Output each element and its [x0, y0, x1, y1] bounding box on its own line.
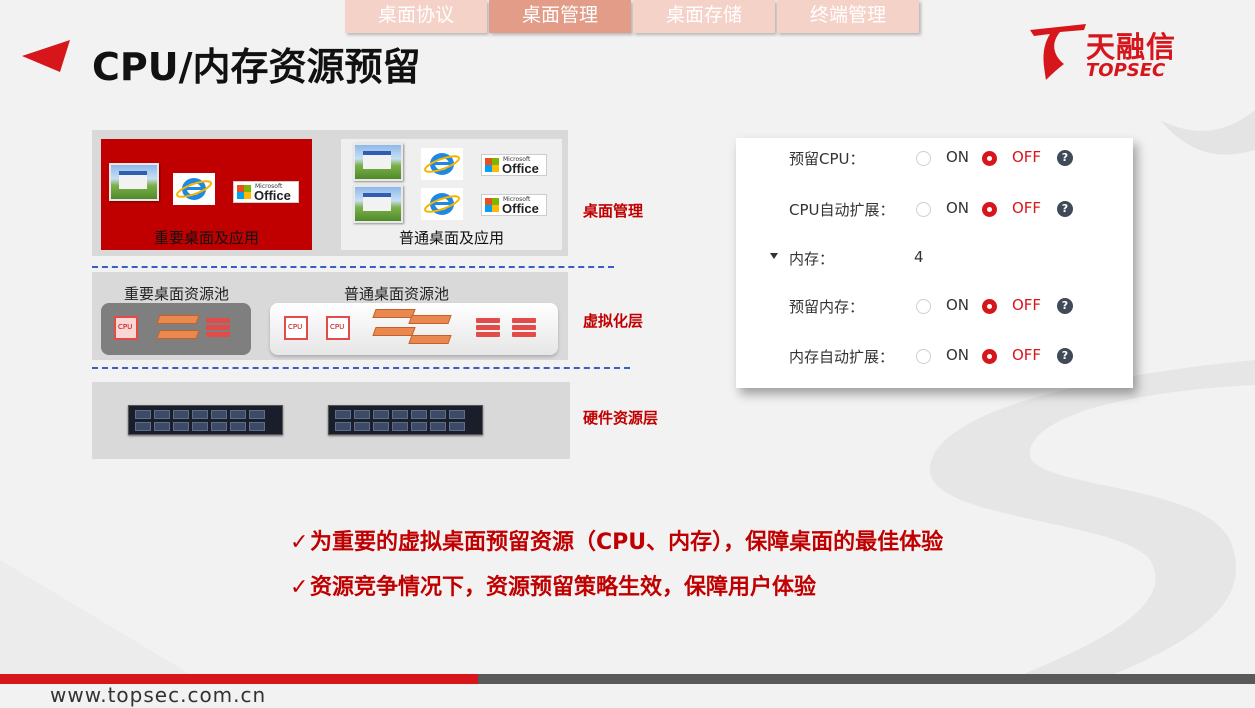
help-icon[interactable]: ? [1057, 150, 1073, 166]
setting-row-reserve-memory: 预留内存： ON OFF ? [736, 296, 1133, 316]
setting-row-cpu-autoexpand: CPU自动扩展： ON OFF ? [736, 199, 1133, 219]
storage-icon [512, 318, 536, 340]
radio-on[interactable] [916, 349, 931, 364]
office-icon: Microsoft Office [233, 181, 299, 203]
setting-label: 预留CPU： [789, 150, 865, 168]
page-title: CPU/内存资源预留 [92, 45, 421, 89]
setting-label: 内存： [789, 250, 835, 268]
cpu-icon-text: CPU [330, 323, 345, 331]
title-arrow-icon [22, 40, 70, 72]
option-on-label: ON [946, 148, 970, 166]
virtualization-layer-panel: 重要桌面资源池 普通桌面资源池 CPU CPU CPU [92, 272, 568, 360]
tab-desktop-storage[interactable]: 桌面存储 [633, 0, 775, 33]
memory-icon [372, 327, 416, 336]
option-on-label: ON [946, 346, 970, 364]
important-desktop-group: Microsoft Office 重要桌面及应用 [101, 139, 312, 250]
option-off-label: OFF [1012, 346, 1042, 364]
memory-icon [408, 315, 452, 324]
tab-desktop-management[interactable]: 桌面管理 [489, 0, 631, 33]
storage-icon [206, 318, 230, 340]
storage-icon [476, 318, 500, 340]
check-icon: ✓ [290, 530, 309, 555]
collapse-caret-icon[interactable] [770, 253, 778, 259]
vm-screen-icon [353, 185, 403, 223]
radio-off[interactable] [982, 299, 997, 314]
ie-icon [173, 173, 215, 205]
topsec-logo: 天融信 TOPSEC [1026, 20, 1206, 82]
resource-reservation-settings: 预留CPU： ON OFF ? CPU自动扩展： ON OFF ? 内存： 4 … [736, 138, 1133, 388]
desktop-layer-panel: Microsoft Office 重要桌面及应用 Microsoft Office … [92, 130, 568, 256]
option-off-label: OFF [1012, 296, 1042, 314]
help-icon[interactable]: ? [1057, 348, 1073, 364]
setting-label: 内存自动扩展： [789, 348, 895, 366]
bullet-point: ✓为重要的虚拟桌面预留资源（CPU、内存），保障桌面的最佳体验 [290, 524, 943, 556]
option-off-label: OFF [1012, 148, 1042, 166]
help-icon[interactable]: ? [1057, 201, 1073, 217]
logo-mark-icon [1030, 24, 1086, 80]
tab-desktop-protocol[interactable]: 桌面协议 [345, 0, 487, 33]
layer-label-desktop: 桌面管理 [583, 202, 644, 220]
memory-value: 4 [914, 248, 924, 266]
footer-url: www.topsec.com.cn [50, 683, 267, 707]
setting-row-memory-autoexpand: 内存自动扩展： ON OFF ? [736, 346, 1133, 366]
cpu-icon-text: CPU [288, 323, 303, 331]
layer-divider [92, 367, 630, 369]
layer-label-virtualization: 虚拟化层 [583, 312, 644, 330]
logo-en: TOPSEC [1086, 60, 1166, 81]
normal-desktop-group: Microsoft Office Microsoft Office 普通桌面及应用 [341, 139, 562, 250]
radio-off[interactable] [982, 349, 997, 364]
layer-divider [92, 266, 614, 268]
server-icon [128, 405, 283, 435]
normal-resource-pool: CPU CPU [270, 303, 558, 355]
vm-screen-icon [109, 163, 159, 201]
radio-on[interactable] [916, 202, 931, 217]
option-off-label: OFF [1012, 199, 1042, 217]
cpu-icon: CPU [114, 316, 138, 340]
memory-icon [156, 330, 200, 339]
ie-icon [421, 188, 463, 220]
ie-icon [421, 148, 463, 180]
setting-label: CPU自动扩展： [789, 201, 895, 219]
cpu-icon-text: CPU [118, 323, 133, 331]
setting-row-memory: 内存： 4 [736, 248, 1133, 268]
important-resource-pool: CPU [101, 303, 251, 355]
important-pool-label: 重要桌面资源池 [124, 285, 230, 303]
check-icon: ✓ [290, 575, 309, 600]
setting-label: 预留内存： [789, 298, 865, 316]
tab-terminal-management[interactable]: 终端管理 [777, 0, 919, 33]
cpu-icon: CPU [284, 316, 308, 340]
memory-icon [408, 335, 452, 344]
radio-off[interactable] [982, 202, 997, 217]
memory-icon [156, 315, 200, 324]
help-icon[interactable]: ? [1057, 298, 1073, 314]
option-on-label: ON [946, 296, 970, 314]
office-icon: Microsoft Office [481, 194, 547, 216]
cpu-icon: CPU [326, 316, 350, 340]
layer-label-hardware: 硬件资源层 [583, 409, 659, 427]
footer-bar [478, 674, 1255, 684]
radio-off[interactable] [982, 151, 997, 166]
bullet-point: ✓资源竞争情况下，资源预留策略生效，保障用户体验 [290, 569, 816, 601]
normal-pool-label: 普通桌面资源池 [344, 285, 450, 303]
normal-desktop-label: 普通桌面及应用 [398, 229, 504, 247]
hardware-layer-panel [92, 382, 570, 459]
option-on-label: ON [946, 199, 970, 217]
vm-screen-icon [353, 143, 403, 181]
bullet-text: 资源竞争情况下，资源预留策略生效，保障用户体验 [310, 575, 817, 600]
server-icon [328, 405, 483, 435]
top-tab-bar: 桌面协议 桌面管理 桌面存储 终端管理 [345, 0, 919, 33]
radio-on[interactable] [916, 151, 931, 166]
radio-on[interactable] [916, 299, 931, 314]
office-icon: Microsoft Office [481, 154, 547, 176]
setting-row-reserve-cpu: 预留CPU： ON OFF ? [736, 148, 1133, 168]
memory-icon [372, 309, 416, 318]
bullet-text: 为重要的虚拟桌面预留资源（CPU、内存），保障桌面的最佳体验 [310, 530, 944, 555]
important-desktop-label: 重要桌面及应用 [153, 229, 259, 247]
